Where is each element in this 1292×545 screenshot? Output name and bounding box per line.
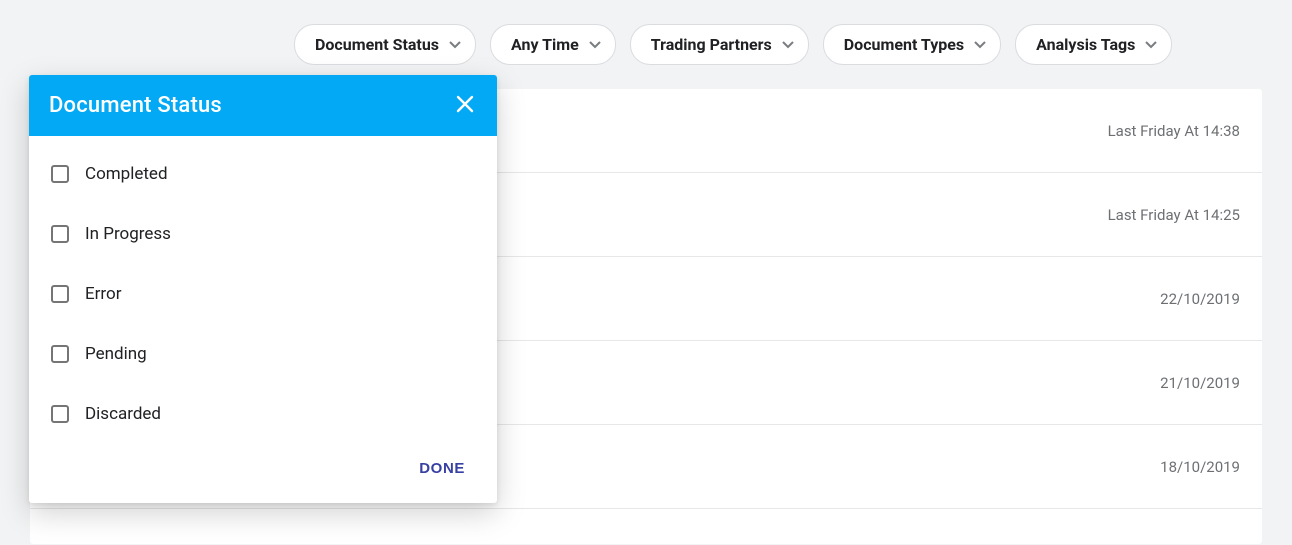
checkbox[interactable] xyxy=(51,225,69,243)
filter-label: Trading Partners xyxy=(651,35,772,54)
popover-actions: DONE xyxy=(29,444,497,503)
option-label: Discarded xyxy=(85,404,161,424)
timestamp: Last Friday At 14:38 xyxy=(1108,122,1240,140)
option-pending[interactable]: Pending xyxy=(29,324,497,384)
option-label: In Progress xyxy=(85,224,171,244)
option-completed[interactable]: Completed xyxy=(29,144,497,204)
caret-down-icon xyxy=(589,41,601,49)
checkbox[interactable] xyxy=(51,405,69,423)
checkbox[interactable] xyxy=(51,345,69,363)
filter-label: Document Status xyxy=(315,35,439,54)
option-discarded[interactable]: Discarded xyxy=(29,384,497,444)
timestamp: 18/10/2019 xyxy=(1160,458,1240,476)
caret-down-icon xyxy=(449,41,461,49)
filter-document-types[interactable]: Document Types xyxy=(823,24,1001,65)
option-label: Pending xyxy=(85,344,147,364)
filter-document-status[interactable]: Document Status xyxy=(294,24,476,65)
caret-down-icon xyxy=(974,41,986,49)
option-label: Completed xyxy=(85,164,168,184)
timestamp: 22/10/2019 xyxy=(1160,290,1240,308)
caret-down-icon xyxy=(1145,41,1157,49)
filter-analysis-tags[interactable]: Analysis Tags xyxy=(1015,24,1172,65)
filter-label: Any Time xyxy=(511,35,579,54)
timestamp: 21/10/2019 xyxy=(1160,374,1240,392)
close-button[interactable] xyxy=(453,94,477,118)
timestamp: Last Friday At 14:25 xyxy=(1108,206,1240,224)
caret-down-icon xyxy=(782,41,794,49)
option-error[interactable]: Error xyxy=(29,264,497,324)
filter-trading-partners[interactable]: Trading Partners xyxy=(630,24,809,65)
filter-label: Document Types xyxy=(844,35,964,54)
options-list: Completed In Progress Error Pending Disc… xyxy=(29,136,497,444)
checkbox[interactable] xyxy=(51,285,69,303)
filter-label: Analysis Tags xyxy=(1036,35,1135,54)
option-in-progress[interactable]: In Progress xyxy=(29,204,497,264)
filter-any-time[interactable]: Any Time xyxy=(490,24,616,65)
done-button[interactable]: DONE xyxy=(409,454,475,483)
document-status-popover: Document Status Completed In Progress Er… xyxy=(29,75,497,503)
option-label: Error xyxy=(85,284,121,304)
close-icon xyxy=(456,95,474,117)
checkbox[interactable] xyxy=(51,165,69,183)
popover-title: Document Status xyxy=(49,93,222,118)
popover-header: Document Status xyxy=(29,75,497,136)
